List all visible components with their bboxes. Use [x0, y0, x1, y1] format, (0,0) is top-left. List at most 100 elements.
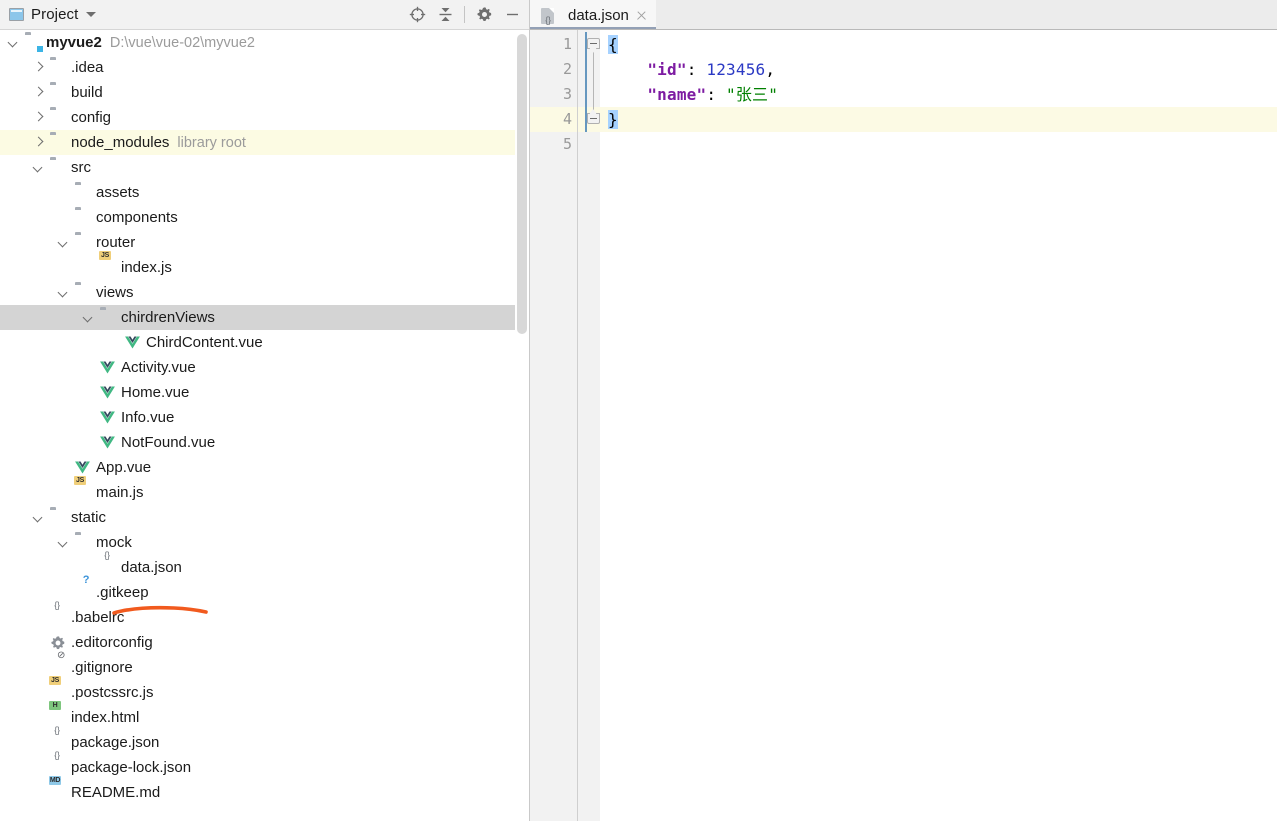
- tree-row-activity-vue[interactable]: Activity.vue: [0, 355, 529, 380]
- editor-tab-label: data.json: [568, 6, 629, 24]
- line-number[interactable]: 2: [530, 57, 572, 82]
- chevron-down-icon[interactable]: [58, 537, 69, 548]
- tree-row-build[interactable]: build: [0, 80, 529, 105]
- project-tree-horizontal-scrollbar[interactable]: [0, 811, 529, 821]
- tree-row-label: App.vue: [96, 459, 152, 476]
- locate-file-icon[interactable]: [404, 2, 430, 28]
- line-number[interactable]: 3: [530, 82, 572, 107]
- tree-row-notfound-vue[interactable]: NotFound.vue: [0, 430, 529, 455]
- chevron-right-icon[interactable]: [33, 137, 44, 148]
- tree-row-package-json[interactable]: {} package.json: [0, 726, 529, 755]
- editor-tab-data-json[interactable]: {} data.json: [530, 0, 656, 30]
- project-panel-title-group[interactable]: Project: [9, 6, 97, 23]
- tree-row-label: main.js: [96, 484, 144, 501]
- code-line[interactable]: "name": "张三": [608, 82, 778, 107]
- line-number[interactable]: 1: [530, 32, 572, 57]
- tree-row-mock[interactable]: mock: [0, 530, 529, 555]
- chevron-right-icon[interactable]: [33, 112, 44, 123]
- folder-icon: [50, 59, 67, 76]
- tree-row-label: node_modules: [71, 134, 170, 151]
- code-token-brace: }: [608, 110, 618, 129]
- close-icon[interactable]: [635, 9, 648, 22]
- tree-row--postcssrc-js[interactable]: JS .postcssrc.js: [0, 676, 529, 705]
- code-token-punct: :: [706, 85, 727, 104]
- tree-row-router[interactable]: router: [0, 230, 529, 255]
- chevron-down-icon[interactable]: [8, 37, 19, 48]
- project-panel-toolbar: [404, 2, 525, 28]
- file-editorconfig-icon: [50, 634, 67, 651]
- file-vue-icon: [125, 334, 142, 351]
- folder-icon: [75, 184, 92, 201]
- tree-row-static[interactable]: static: [0, 505, 529, 530]
- tree-row--babelrc[interactable]: {} .babelrc: [0, 600, 529, 630]
- tree-row-info-vue[interactable]: Info.vue: [0, 405, 529, 430]
- project-tree-vertical-scrollbar[interactable]: [515, 30, 529, 811]
- chevron-down-icon[interactable]: [33, 512, 44, 523]
- minimize-icon[interactable]: [499, 2, 525, 28]
- folder-icon: [75, 534, 92, 551]
- tree-row-label: src: [71, 159, 91, 176]
- tree-row-readme-md[interactable]: MD README.md: [0, 776, 529, 805]
- code-line[interactable]: }: [608, 107, 618, 132]
- code-token-punct: :: [686, 60, 707, 79]
- chevron-down-icon[interactable]: [86, 12, 97, 17]
- tree-row-label: config: [71, 109, 112, 126]
- code-line[interactable]: {: [608, 32, 618, 57]
- tree-row--gitkeep[interactable]: ? .gitkeep: [0, 575, 529, 605]
- code-token-brace: {: [608, 35, 618, 54]
- editor-gutter[interactable]: 12345: [530, 30, 600, 821]
- tree-row--idea[interactable]: .idea: [0, 55, 529, 80]
- chevron-down-icon[interactable]: [33, 162, 44, 173]
- chevron-right-icon[interactable]: [33, 87, 44, 98]
- tree-row-index-js[interactable]: JS index.js: [0, 251, 529, 280]
- tree-row-label: Activity.vue: [121, 359, 196, 376]
- code-editor[interactable]: 12345 { "id": 123456, "name": "张三"}: [530, 30, 1277, 821]
- fold-minus-icon[interactable]: [587, 38, 600, 49]
- gear-icon[interactable]: [471, 2, 497, 28]
- tree-row--gitignore[interactable]: ⊘ .gitignore: [0, 650, 529, 680]
- tree-row-config[interactable]: config: [0, 105, 529, 130]
- tree-row-assets[interactable]: assets: [0, 180, 529, 205]
- file-json-icon: {}: [54, 600, 60, 610]
- project-tree-scroll-area[interactable]: myvue2 D:\vue\vue-02\myvue2 .idea build conf…: [0, 30, 529, 811]
- code-content[interactable]: { "id": 123456, "name": "张三"}: [600, 30, 1277, 821]
- line-number[interactable]: 5: [530, 132, 572, 157]
- code-token-punct: [608, 85, 647, 104]
- tree-row-views[interactable]: views: [0, 280, 529, 305]
- tree-row-sublabel: D:\vue\vue-02\myvue2: [109, 34, 255, 51]
- tree-row-node-modules[interactable]: node_modules library root: [0, 130, 529, 155]
- tree-row-chirdcontent-vue[interactable]: ChirdContent.vue: [0, 330, 529, 355]
- collapse-all-icon[interactable]: [432, 2, 458, 28]
- tree-row-label: chirdrenViews: [121, 309, 215, 326]
- tree-row-package-lock-json[interactable]: {} package-lock.json: [0, 751, 529, 780]
- code-line[interactable]: "id": 123456,: [608, 57, 775, 82]
- file-js-icon: JS: [99, 251, 117, 276]
- scrollbar-thumb[interactable]: [517, 34, 527, 334]
- tree-row--editorconfig[interactable]: .editorconfig: [0, 630, 529, 655]
- tree-row-index-html[interactable]: Hindex.html: [0, 701, 529, 730]
- fold-minus-icon[interactable]: [587, 113, 600, 124]
- tree-row-main-js[interactable]: JS main.js: [0, 476, 529, 505]
- file-gitignore-icon: ⊘: [56, 650, 66, 661]
- tree-row-myvue2[interactable]: myvue2 D:\vue\vue-02\myvue2: [0, 30, 529, 55]
- tree-row-label: build: [71, 84, 103, 101]
- chevron-down-icon[interactable]: [58, 237, 69, 248]
- tree-row-home-vue[interactable]: Home.vue: [0, 380, 529, 405]
- tree-row-components[interactable]: components: [0, 205, 529, 230]
- chevron-right-icon[interactable]: [33, 62, 44, 73]
- chevron-down-icon[interactable]: [58, 287, 69, 298]
- tree-row-src[interactable]: src: [0, 155, 529, 180]
- folder-icon: [75, 209, 92, 226]
- chevron-down-icon[interactable]: [83, 312, 94, 323]
- tree-row-chirdrenviews[interactable]: chirdrenViews: [0, 305, 529, 330]
- line-number[interactable]: 4: [530, 107, 572, 132]
- tree-row-label: .postcssrc.js: [71, 684, 154, 701]
